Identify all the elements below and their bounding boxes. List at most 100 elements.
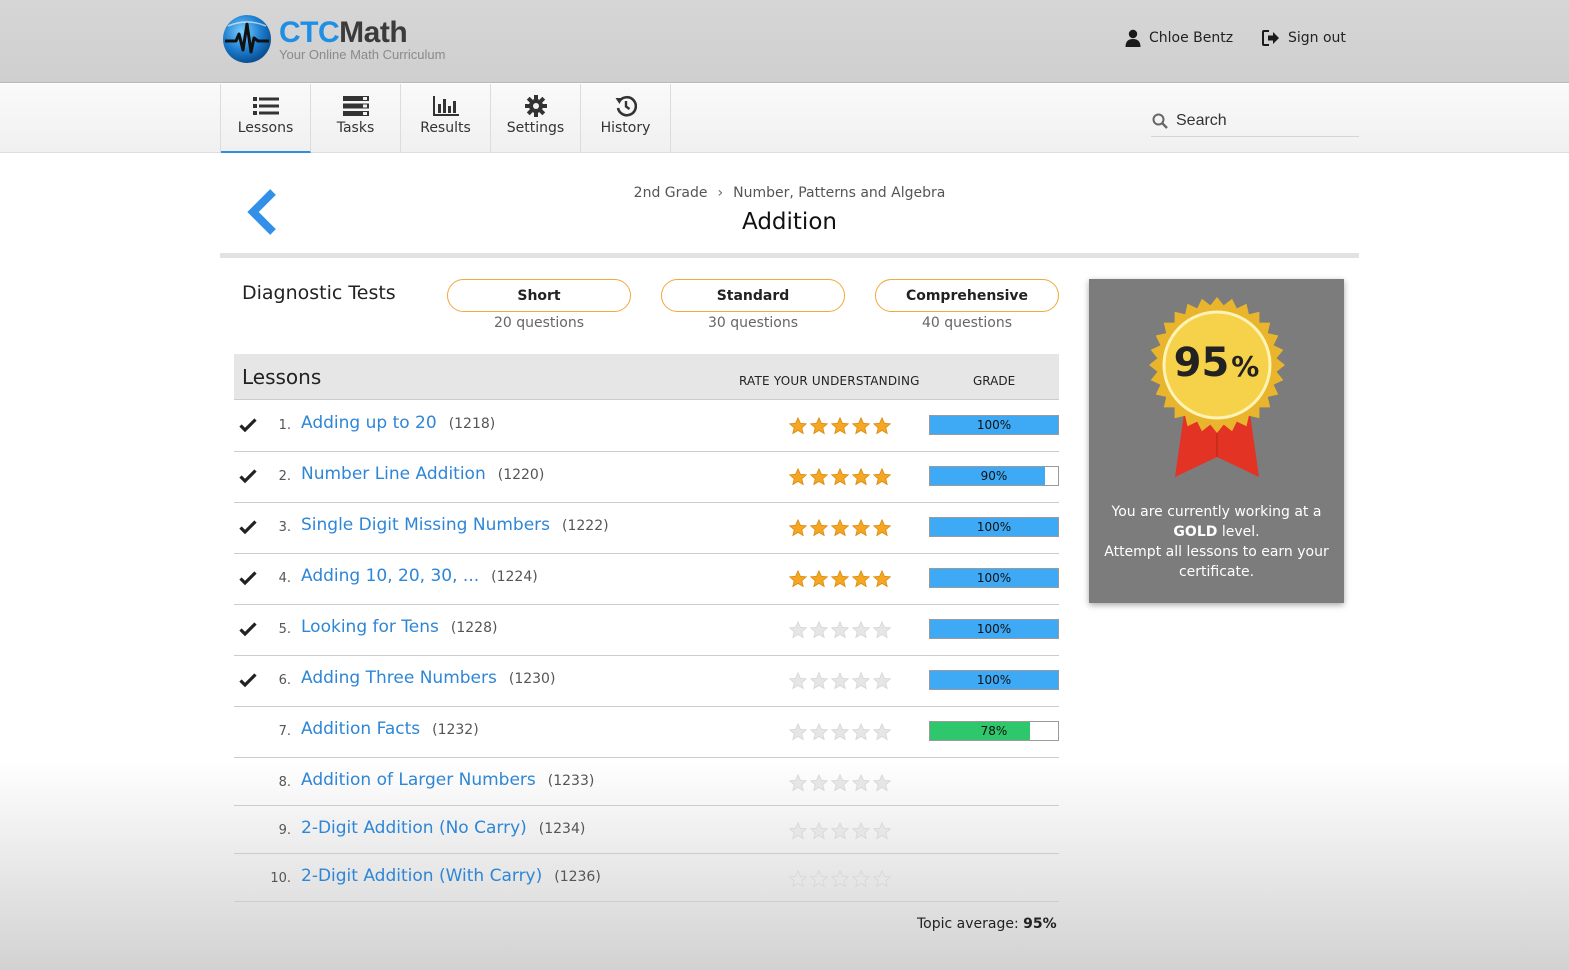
logo-title: CTCMath [279, 16, 408, 49]
grade-value: 100% [976, 571, 1012, 585]
star-icon[interactable] [852, 570, 870, 588]
understanding-rating[interactable] [789, 519, 891, 537]
star-icon[interactable] [831, 417, 849, 435]
star-icon[interactable] [852, 723, 870, 741]
lesson-link[interactable]: Number Line Addition (1220) [301, 464, 544, 484]
lesson-link[interactable]: Looking for Tens (1228) [301, 617, 497, 637]
star-icon[interactable] [789, 870, 807, 888]
star-icon[interactable] [789, 519, 807, 537]
star-icon[interactable] [873, 822, 891, 840]
star-icon[interactable] [873, 468, 891, 486]
understanding-rating[interactable] [789, 870, 891, 888]
star-icon[interactable] [810, 822, 828, 840]
star-icon[interactable] [789, 672, 807, 690]
star-icon[interactable] [873, 519, 891, 537]
star-icon[interactable] [831, 774, 849, 792]
tab-results[interactable]: Results [401, 84, 491, 153]
star-icon[interactable] [852, 417, 870, 435]
star-icon[interactable] [789, 468, 807, 486]
lessons-list: 1. Adding up to 20 (1218) 100% 2. Number Line… [234, 401, 1059, 902]
star-icon[interactable] [789, 723, 807, 741]
lesson-title: Adding Three Numbers [301, 668, 497, 688]
understanding-rating[interactable] [789, 621, 891, 639]
star-icon[interactable] [873, 870, 891, 888]
understanding-rating[interactable] [789, 672, 891, 690]
lesson-link[interactable]: Addition of Larger Numbers (1233) [301, 770, 594, 790]
star-icon[interactable] [873, 723, 891, 741]
star-icon[interactable] [852, 621, 870, 639]
understanding-rating[interactable] [789, 417, 891, 435]
sign-out-icon [1262, 30, 1279, 46]
star-icon[interactable] [831, 672, 849, 690]
lesson-link[interactable]: Addition Facts (1232) [301, 719, 479, 739]
star-icon[interactable] [810, 774, 828, 792]
star-icon[interactable] [831, 723, 849, 741]
grade-value: 100% [976, 418, 1012, 432]
star-icon[interactable] [873, 774, 891, 792]
tab-settings[interactable]: Settings [491, 84, 581, 153]
tab-tasks[interactable]: Tasks [311, 84, 401, 153]
star-icon[interactable] [810, 468, 828, 486]
comprehensive-test-button[interactable]: Comprehensive [875, 279, 1059, 312]
lesson-link[interactable]: Adding up to 20 (1218) [301, 413, 495, 433]
standard-test-button[interactable]: Standard [661, 279, 845, 312]
star-icon[interactable] [831, 870, 849, 888]
understanding-rating[interactable] [789, 570, 891, 588]
star-icon[interactable] [810, 417, 828, 435]
star-icon[interactable] [789, 774, 807, 792]
lesson-link[interactable]: Single Digit Missing Numbers (1222) [301, 515, 609, 535]
star-icon[interactable] [873, 570, 891, 588]
user-profile-link[interactable]: Chloe Bentz [1125, 27, 1233, 49]
star-icon[interactable] [810, 519, 828, 537]
star-icon[interactable] [831, 621, 849, 639]
short-test-count: 20 questions [493, 315, 585, 331]
star-icon[interactable] [831, 570, 849, 588]
star-icon[interactable] [852, 672, 870, 690]
star-icon[interactable] [789, 417, 807, 435]
ctcmath-logo[interactable]: CTCMath Your Online Math Curriculum [222, 14, 482, 66]
star-icon[interactable] [852, 870, 870, 888]
understanding-rating[interactable] [789, 468, 891, 486]
breadcrumb-grade[interactable]: 2nd Grade [634, 185, 708, 201]
star-icon[interactable] [789, 621, 807, 639]
star-icon[interactable] [789, 822, 807, 840]
sign-out-label: Sign out [1288, 30, 1346, 46]
sign-out-link[interactable]: Sign out [1262, 27, 1346, 49]
lesson-number: 9. [278, 823, 291, 838]
star-icon[interactable] [831, 468, 849, 486]
lesson-link[interactable]: 2-Digit Addition (With Carry) (1236) [301, 866, 601, 886]
lesson-link[interactable]: 2-Digit Addition (No Carry) (1234) [301, 818, 585, 838]
star-icon[interactable] [873, 621, 891, 639]
award-text-line2: level. [1221, 524, 1260, 540]
star-icon[interactable] [852, 822, 870, 840]
star-icon[interactable] [810, 621, 828, 639]
understanding-rating[interactable] [789, 774, 891, 792]
lesson-title: Adding 10, 20, 30, ... [301, 566, 480, 586]
tab-history[interactable]: History [581, 84, 671, 153]
tab-lessons[interactable]: Lessons [221, 84, 311, 153]
star-icon[interactable] [873, 417, 891, 435]
lesson-title: 2-Digit Addition (No Carry) [301, 818, 527, 838]
understanding-rating[interactable] [789, 822, 891, 840]
star-icon[interactable] [852, 519, 870, 537]
star-icon[interactable] [789, 570, 807, 588]
star-icon[interactable] [831, 519, 849, 537]
checkmark-icon [239, 520, 257, 535]
star-icon[interactable] [810, 672, 828, 690]
lesson-row: 3. Single Digit Missing Numbers (1222) 100% [234, 503, 1059, 554]
star-icon[interactable] [831, 822, 849, 840]
checkmark-icon [239, 418, 257, 433]
star-icon[interactable] [810, 723, 828, 741]
star-icon[interactable] [810, 870, 828, 888]
star-icon[interactable] [852, 468, 870, 486]
lesson-link[interactable]: Adding Three Numbers (1230) [301, 668, 555, 688]
search-input[interactable] [1176, 112, 1346, 130]
short-test-button[interactable]: Short [447, 279, 631, 312]
star-icon[interactable] [852, 774, 870, 792]
lesson-link[interactable]: Adding 10, 20, 30, ... (1224) [301, 566, 538, 586]
breadcrumb-strand[interactable]: Number, Patterns and Algebra [733, 185, 945, 201]
star-icon[interactable] [810, 570, 828, 588]
user-name: Chloe Bentz [1149, 30, 1234, 46]
understanding-rating[interactable] [789, 723, 891, 741]
star-icon[interactable] [873, 672, 891, 690]
